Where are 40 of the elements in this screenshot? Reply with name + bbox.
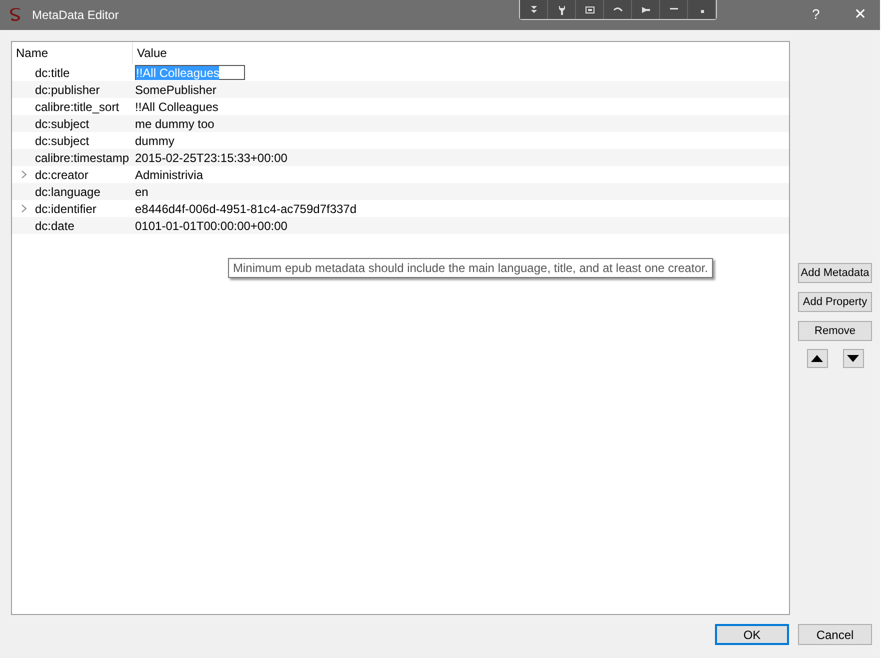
frame-icon[interactable] [576, 0, 604, 19]
logo-icon [10, 8, 22, 22]
down-triangle-icon [847, 355, 859, 362]
minimize-icon[interactable] [660, 0, 688, 19]
help-button[interactable]: ? [812, 6, 820, 22]
add-button[interactable]: Add Metadata [798, 263, 872, 283]
column-header[interactable]: Value [133, 46, 167, 60]
wrench-icon[interactable] [548, 0, 576, 19]
remove-button[interactable]: Remove [798, 321, 872, 341]
tooltip: Minimum epub metadata should include the main language, title, and at least one creator. [228, 258, 713, 278]
up-triangle-icon [811, 355, 823, 362]
window-title: MetaData Editor [32, 8, 119, 22]
metadata-name: dc:identifier [35, 202, 98, 216]
metadata-name: dc:creator [35, 168, 90, 182]
metadata-name: dc:subject [35, 116, 90, 130]
ok-button[interactable]: OK [715, 624, 789, 645]
close-button[interactable]: ✕ [854, 5, 867, 23]
move-down-button[interactable] [842, 349, 864, 368]
metadata-value: en [135, 184, 148, 198]
metadata-name: dc:subject [35, 134, 90, 148]
down-icon[interactable] [520, 0, 548, 19]
metadata-value: me dummy too [135, 116, 214, 130]
metadata-name: dc:publisher [35, 82, 101, 96]
metadata-value: e8446d4f-006d-4951-81c4-ac759d7f337d [135, 202, 357, 216]
metadata-value: Administrivia [135, 168, 204, 182]
metadata-value: 0101-01-01T00:00:00+00:00 [135, 218, 288, 232]
metadata-name: dc:language [35, 184, 102, 198]
metadata-name: calibre:timestamp [35, 150, 130, 164]
metadata-value: !!All Colleagues [135, 100, 218, 114]
metadata-name: dc:title [35, 66, 71, 80]
metadata-value: dummy [135, 134, 174, 148]
metadata-name: calibre:title_sort [35, 100, 120, 114]
column-header[interactable]: Name [12, 42, 133, 64]
metadata-value: SomePublisher [135, 82, 216, 96]
pin-icon[interactable] [632, 0, 660, 19]
add-button[interactable]: Add Property [798, 292, 872, 312]
cancel-button[interactable]: Cancel [798, 624, 872, 645]
move-up-button[interactable] [806, 349, 828, 368]
metadata-name: dc:date [35, 218, 76, 232]
metadata-value: 2015-02-25T23:15:33+00:00 [135, 150, 288, 164]
